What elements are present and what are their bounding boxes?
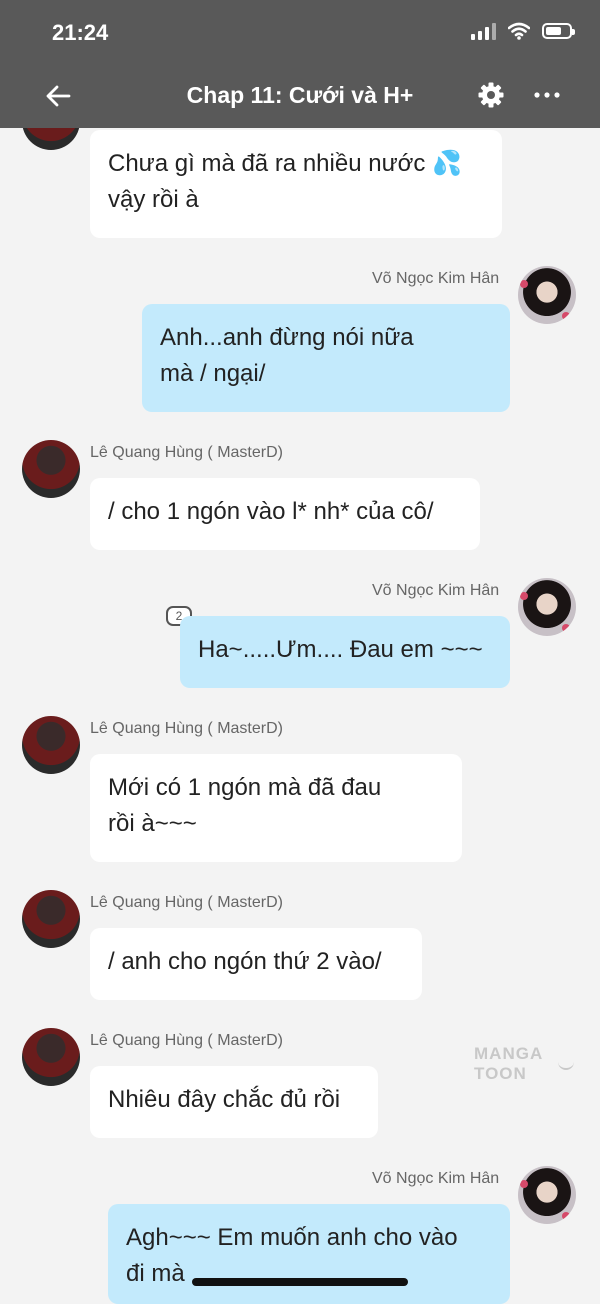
top-bar: 21:24 Chap 11: Cưới và H+ — [0, 0, 600, 128]
sender-name: Lê Quang Hùng ( MasterD) — [90, 1032, 283, 1049]
settings-button[interactable] — [476, 80, 506, 110]
avatar[interactable] — [518, 578, 576, 636]
sender-name: Võ Ngọc Kim Hân — [372, 270, 500, 287]
more-horizontal-icon — [534, 92, 560, 98]
gear-icon — [478, 82, 504, 108]
message-bubble[interactable]: Chưa gì mà đã ra nhiều nước 💦 vậy rồi à — [90, 130, 502, 238]
message-bubble[interactable]: Mới có 1 ngón mà đã đau rồi à~~~ — [90, 754, 462, 862]
status-time: 21:24 — [52, 20, 109, 45]
sender-name: Lê Quang Hùng ( MasterD) — [90, 444, 283, 461]
more-options-button[interactable] — [532, 80, 562, 110]
battery-icon — [542, 23, 575, 39]
avatar[interactable] — [518, 1166, 576, 1224]
watermark-logo: MANGA TOON — [474, 1044, 543, 1083]
status-icons — [471, 22, 575, 40]
wifi-icon — [508, 22, 530, 40]
sender-name: Lê Quang Hùng ( MasterD) — [90, 894, 283, 911]
chat-thread[interactable]: Chưa gì mà đã ra nhiều nước 💦 vậy rồi à … — [0, 0, 600, 1304]
message-bubble[interactable]: Anh...anh đừng nói nữa mà / ngại/ — [142, 304, 510, 412]
message-bubble[interactable]: / anh cho ngón thứ 2 vào/ — [90, 928, 422, 1000]
sender-name: Võ Ngọc Kim Hân — [372, 582, 500, 599]
page-title: Chap 11: Cưới và H+ — [186, 82, 414, 108]
message-bubble[interactable]: Ha~.....Ưm.... Đau em ~~~ — [180, 616, 510, 688]
avatar[interactable] — [22, 1028, 80, 1086]
avatar[interactable] — [22, 890, 80, 948]
cellular-signal-icon — [471, 22, 496, 40]
avatar[interactable] — [518, 266, 576, 324]
sender-name: Võ Ngọc Kim Hân — [372, 1170, 500, 1187]
home-indicator — [192, 1278, 408, 1286]
avatar[interactable] — [22, 440, 80, 498]
message-bubble[interactable]: Nhiêu đây chắc đủ rồi — [90, 1066, 378, 1138]
message-bubble[interactable]: / cho 1 ngón vào l* nh* của cô/ — [90, 478, 480, 550]
sender-name: Lê Quang Hùng ( MasterD) — [90, 720, 283, 737]
avatar[interactable] — [22, 716, 80, 774]
message-bubble[interactable]: Agh~~~ Em muốn anh cho vào đi mà — [108, 1204, 510, 1304]
